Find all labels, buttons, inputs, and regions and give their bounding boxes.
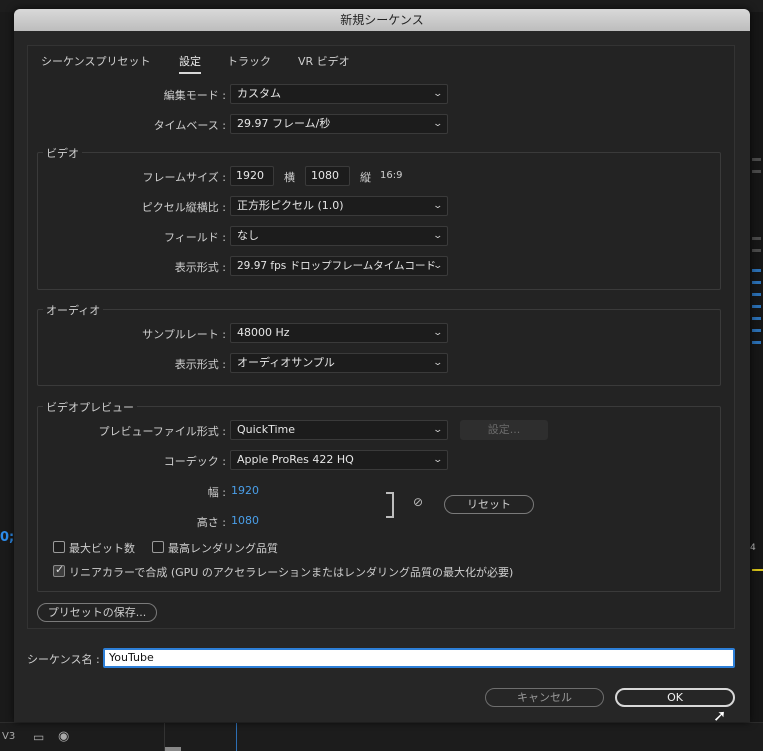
audio-display-format-label: 表示形式 : (174, 358, 226, 371)
vertical-label: 縦 (360, 171, 371, 184)
track-tick (752, 305, 761, 308)
save-preset-button[interactable]: プリセットの保存... (37, 603, 157, 622)
track-label[interactable]: V3 (2, 731, 15, 742)
link-bracket (386, 492, 394, 518)
sample-rate-select[interactable]: 48000 Hz ⌄ (230, 323, 448, 343)
background-track-strip (750, 12, 763, 722)
track-tick (752, 158, 761, 161)
timebase-label: タイムベース : (153, 119, 226, 132)
track-tick (752, 329, 761, 332)
ok-button[interactable]: OK (615, 688, 735, 707)
chevron-down-icon: ⌄ (432, 201, 444, 211)
tab-vr-video[interactable]: VR ビデオ (298, 53, 350, 69)
preview-file-format-select[interactable]: QuickTime ⌄ (230, 420, 448, 440)
fields-label: フィールド : (164, 231, 226, 244)
reset-button[interactable]: リセット (444, 495, 534, 514)
chevron-down-icon: ⌄ (432, 231, 444, 241)
linear-color-label: リニアカラーで合成 (GPU のアクセラレーションまたはレンダリング品質の最大化… (69, 566, 514, 579)
frame-height-input[interactable]: 1080 (305, 166, 350, 186)
frame-width-input[interactable]: 1920 (230, 166, 274, 186)
video-display-format-label: 表示形式 : (174, 261, 226, 274)
playhead-line (236, 723, 237, 751)
max-bit-depth-label: 最大ビット数 (69, 542, 135, 555)
codec-label: コーデック : (163, 455, 226, 468)
track-tick (752, 341, 761, 344)
background-timeline-bar: V3 ▭ ◉ (0, 722, 763, 751)
pixel-aspect-value: 正方形ピクセル (1.0) (237, 199, 344, 212)
mouse-cursor-icon: ➚ (713, 706, 727, 725)
chevron-down-icon: ⌄ (432, 261, 444, 271)
track-tick (752, 293, 761, 296)
track-tick (752, 237, 761, 240)
sequence-name-label: シーケンス名 : (27, 653, 100, 666)
sequence-name-input[interactable]: YouTube (103, 648, 735, 668)
edit-mode-value: カスタム (237, 87, 281, 100)
chevron-down-icon: ⌄ (432, 89, 444, 99)
track-tick (752, 170, 761, 173)
video-group-title: ビデオ (43, 145, 82, 161)
preview-width-label: 幅 : (207, 486, 226, 499)
preview-file-format-value: QuickTime (237, 423, 296, 436)
new-sequence-dialog: 新規シーケンス シーケンスプリセット 設定 トラック VR ビデオ 編集モード … (14, 9, 750, 722)
frame-size-label: フレームサイズ : (142, 171, 226, 184)
dialog-title: 新規シーケンス (14, 9, 750, 31)
edit-mode-select[interactable]: カスタム ⌄ (230, 84, 448, 104)
clip-block (165, 747, 181, 751)
preview-width-value[interactable]: 1920 (231, 484, 259, 497)
sample-rate-value: 48000 Hz (237, 326, 290, 339)
preview-settings-button[interactable]: 設定... (460, 420, 548, 440)
codec-select[interactable]: Apple ProRes 422 HQ ⌄ (230, 450, 448, 470)
background-marker (752, 569, 763, 571)
chevron-down-icon: ⌄ (432, 455, 444, 465)
chevron-down-icon: ⌄ (432, 425, 444, 435)
video-display-format-select[interactable]: 29.97 fps ドロップフレームタイムコード ⌄ (230, 256, 448, 276)
audio-display-format-value: オーディオサンプル (237, 356, 335, 369)
video-display-format-value: 29.97 fps ドロップフレームタイムコード (237, 260, 437, 272)
cancel-button[interactable]: キャンセル (485, 688, 604, 707)
preview-height-label: 高さ : (196, 516, 226, 529)
tab-settings[interactable]: 設定 (179, 53, 201, 74)
max-render-quality-label: 最高レンダリング品質 (168, 542, 278, 555)
linear-color-checkbox[interactable]: ✓ (53, 563, 65, 577)
edit-mode-label: 編集モード : (163, 89, 226, 102)
timebase-select[interactable]: 29.97 フレーム/秒 ⌄ (230, 114, 448, 134)
horizontal-label: 横 (284, 171, 295, 184)
background-number: 4 (750, 543, 756, 553)
eye-icon[interactable]: ◉ (58, 729, 69, 744)
checkmark-icon: ✓ (55, 563, 65, 576)
video-preview-group-title: ビデオプレビュー (43, 399, 137, 415)
max-bit-depth-checkbox[interactable] (53, 541, 65, 553)
chevron-down-icon: ⌄ (432, 119, 444, 129)
max-render-quality-checkbox[interactable] (152, 541, 164, 553)
fields-value: なし (237, 229, 259, 242)
track-tick (752, 281, 761, 284)
pixel-aspect-label: ピクセル縦横比 : (141, 201, 226, 214)
chevron-down-icon: ⌄ (432, 328, 444, 338)
tab-tracks[interactable]: トラック (227, 53, 271, 69)
chevron-down-icon: ⌄ (432, 358, 444, 368)
audio-display-format-select[interactable]: オーディオサンプル ⌄ (230, 353, 448, 373)
link-icon[interactable]: ⊘ (413, 495, 423, 509)
track-tick (752, 317, 761, 320)
background-timecode: 0; (0, 530, 15, 545)
track-tick (752, 269, 761, 272)
audio-group-title: オーディオ (43, 302, 104, 318)
pixel-aspect-select[interactable]: 正方形ピクセル (1.0) ⌄ (230, 196, 448, 216)
codec-value: Apple ProRes 422 HQ (237, 453, 354, 466)
audio-group (37, 309, 721, 386)
film-icon[interactable]: ▭ (33, 730, 44, 744)
preview-file-format-label: プレビューファイル形式 : (98, 425, 226, 438)
fields-select[interactable]: なし ⌄ (230, 226, 448, 246)
aspect-ratio-value: 16:9 (380, 170, 403, 181)
timebase-value: 29.97 フレーム/秒 (237, 117, 331, 130)
tab-sequence-presets[interactable]: シーケンスプリセット (41, 53, 150, 69)
track-tick (752, 249, 761, 252)
preview-height-value[interactable]: 1080 (231, 514, 259, 527)
sample-rate-label: サンプルレート : (142, 328, 226, 341)
